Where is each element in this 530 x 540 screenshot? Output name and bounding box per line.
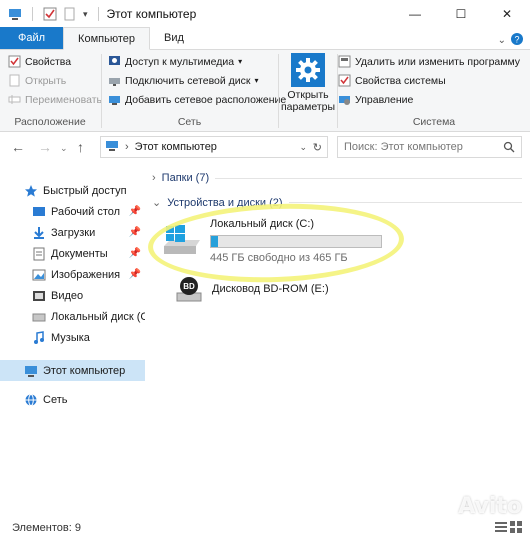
quick-access-toolbar: ▾: [0, 7, 103, 21]
close-button[interactable]: ✕: [484, 0, 530, 28]
breadcrumb[interactable]: Этот компьютер: [135, 141, 217, 153]
forward-arrow-icon[interactable]: →: [38, 139, 52, 155]
tab-computer[interactable]: Компьютер: [63, 27, 150, 50]
network-icon: [24, 393, 38, 407]
nav-item-videos[interactable]: Видео: [0, 285, 145, 306]
nav-item-pictures[interactable]: Изображения 📌: [0, 264, 145, 285]
media-access-dropdown-icon: ▾: [238, 57, 243, 66]
add-network-location-icon: [108, 93, 121, 106]
downloads-icon: [32, 226, 46, 240]
rename-icon: [8, 93, 21, 106]
up-arrow-icon[interactable]: ↑: [77, 139, 84, 155]
nav-item-documents[interactable]: Документы 📌: [0, 243, 145, 264]
ribbon-tabs: Файл Компьютер Вид ⌄ ?: [0, 27, 530, 50]
maximize-button[interactable]: ☐: [438, 0, 484, 28]
manage-icon: [338, 93, 351, 106]
nav-quick-access[interactable]: Быстрый доступ: [0, 180, 145, 201]
help-icon[interactable]: ?: [510, 32, 524, 49]
navigation-pane: Быстрый доступ Рабочий стол 📌 Загрузки 📌…: [0, 172, 145, 512]
collapse-ribbon-chevron-icon[interactable]: ⌄: [498, 35, 506, 46]
star-icon: [24, 184, 38, 198]
computer-app-icon: [8, 7, 22, 21]
group-label-location: Расположение: [14, 116, 86, 128]
search-input[interactable]: Поиск: Этот компьютер: [337, 136, 522, 158]
map-drive-dropdown-icon: ▾: [254, 76, 259, 85]
minimize-button[interactable]: —: [392, 0, 438, 28]
back-arrow-icon[interactable]: ←: [11, 139, 25, 155]
svg-text:?: ?: [514, 35, 519, 45]
open-settings-label-line1: Открыть: [287, 89, 329, 101]
customize-quick-access-chevron-icon[interactable]: ▾: [83, 9, 88, 20]
system-properties-icon: [338, 74, 351, 87]
pin-icon: 📌: [128, 206, 141, 217]
pin-icon: 📌: [128, 269, 141, 280]
nav-item-local-disk[interactable]: Локальный диск (C: [0, 306, 145, 327]
drive-e-name: Дисковод BD-ROM (E:): [212, 283, 329, 295]
map-network-drive-button[interactable]: Подключить сетевой диск ▾: [108, 74, 259, 87]
refresh-icon[interactable]: ↻: [313, 141, 322, 154]
status-bar: Элементов: 9: [0, 516, 530, 540]
properties-icon: [8, 55, 21, 68]
open-icon: [8, 74, 21, 87]
this-pc-icon: [105, 140, 119, 155]
uninstall-program-button[interactable]: Удалить или изменить программу: [338, 55, 520, 68]
address-dropdown-chevron-icon[interactable]: ⌄: [299, 142, 307, 153]
properties-check-icon[interactable]: [43, 7, 57, 21]
pin-icon: 📌: [128, 227, 141, 238]
media-access-button[interactable]: Доступ к мультимедиа ▾: [108, 55, 242, 68]
group-label-system: Система: [412, 116, 456, 128]
svg-text:BD: BD: [183, 282, 195, 291]
this-pc-icon: [24, 364, 38, 378]
recent-locations-chevron-icon[interactable]: ⌄: [60, 143, 68, 154]
open-settings-button[interactable]: Открыть параметры: [280, 53, 336, 113]
window-title: Этот компьютер: [106, 7, 197, 21]
music-icon: [32, 330, 46, 345]
title-bar: ▾ Этот компьютер — ☐ ✕: [0, 0, 530, 28]
folders-group-header[interactable]: › Папки (7): [152, 172, 522, 184]
address-bar[interactable]: › Этот компьютер ⌄ ↻: [100, 136, 328, 158]
ribbon-group-location: Свойства Открыть Переименовать Расположе…: [0, 50, 102, 132]
system-properties-button[interactable]: Свойства системы: [338, 74, 446, 87]
properties-button[interactable]: Свойства: [8, 55, 71, 68]
breadcrumb-separator: ›: [125, 141, 129, 153]
view-buttons: [495, 521, 522, 536]
ribbon-group-network: Доступ к мультимедиа ▾ Подключить сетево…: [102, 50, 286, 132]
address-row: ← → ⌄ ↑ › Этот компьютер ⌄ ↻ Поиск: Этот…: [0, 132, 530, 162]
folders-expand-chevron-icon: ›: [152, 172, 156, 184]
tab-view[interactable]: Вид: [150, 27, 198, 49]
pictures-icon: [32, 268, 46, 282]
group-label-network: Сеть: [177, 116, 202, 128]
videos-icon: [32, 289, 46, 303]
nav-item-music[interactable]: Музыка: [0, 327, 145, 348]
drive-icon: [32, 310, 46, 324]
media-access-icon: [108, 55, 121, 68]
large-icons-view-icon[interactable]: [510, 521, 522, 536]
new-folder-icon[interactable]: [63, 7, 77, 21]
search-icon: [503, 141, 515, 156]
nav-this-pc[interactable]: Этот компьютер: [0, 360, 145, 381]
avito-watermark: Avito: [458, 494, 522, 519]
pin-icon: 📌: [128, 248, 141, 259]
ribbon: Свойства Открыть Переименовать Расположе…: [0, 50, 530, 132]
map-network-drive-icon: [108, 74, 121, 87]
items-count: Элементов: 9: [12, 522, 81, 534]
uninstall-program-icon: [338, 55, 351, 68]
settings-gear-icon: [291, 53, 325, 87]
search-placeholder: Поиск: Этот компьютер: [344, 141, 463, 153]
nav-network[interactable]: Сеть: [0, 389, 145, 410]
nav-item-downloads[interactable]: Загрузки 📌: [0, 222, 145, 243]
bd-rom-drive-icon: BD: [176, 276, 202, 302]
desktop-icon: [32, 205, 46, 219]
tab-file[interactable]: Файл: [0, 27, 64, 49]
open-settings-label-line2: параметры: [280, 101, 336, 113]
open-button[interactable]: Открыть: [8, 74, 66, 87]
devices-collapse-chevron-icon: ⌄: [152, 197, 162, 209]
add-network-location-button[interactable]: Добавить сетевое расположение: [108, 93, 286, 106]
documents-icon: [32, 247, 46, 261]
rename-button[interactable]: Переименовать: [8, 93, 102, 106]
nav-item-desktop[interactable]: Рабочий стол 📌: [0, 201, 145, 222]
manage-button[interactable]: Управление: [338, 93, 413, 106]
details-view-icon[interactable]: [495, 521, 507, 536]
ribbon-group-system: Удалить или изменить программу Свойства …: [338, 50, 530, 132]
